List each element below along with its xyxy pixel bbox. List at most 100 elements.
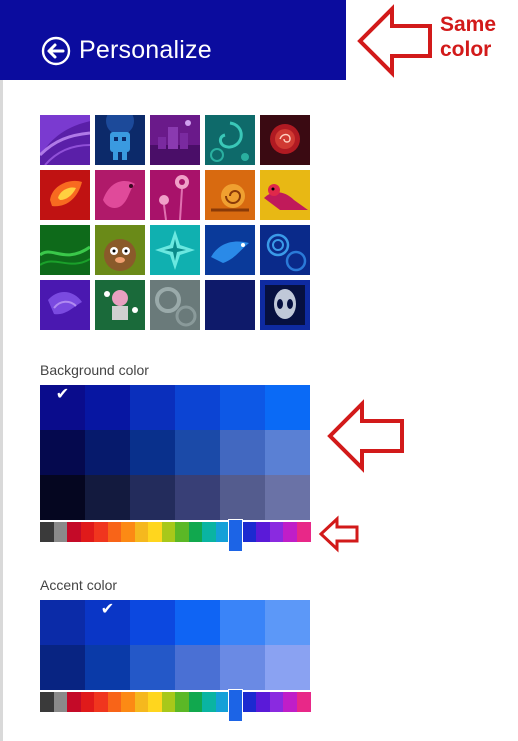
checkmark-icon: ✔ [100,599,115,618]
background-hue-option[interactable] [161,522,176,542]
accent-hue-option[interactable] [134,692,149,712]
background-color-swatch[interactable] [85,385,130,430]
background-color-swatch[interactable] [265,385,310,430]
accent-hue-option[interactable] [121,692,135,712]
accent-hue-option[interactable] [256,692,270,712]
background-hue-option[interactable] [94,522,108,542]
background-hue-option[interactable] [202,522,216,542]
tile-blue-robot[interactable] [95,115,145,165]
tile-purple-swirl[interactable] [40,115,90,165]
tile-violet-dragon[interactable] [40,280,90,330]
tile-blue-dragon[interactable] [205,225,255,275]
accent-hue-option[interactable] [148,692,162,712]
alien-icon [260,280,310,330]
accent-color-swatch[interactable] [175,645,220,690]
background-color-swatch[interactable] [40,475,85,520]
back-button[interactable] [41,36,71,66]
background-color-swatch[interactable]: ✔ [40,385,85,430]
background-hue-option[interactable] [121,522,135,542]
accent-hue-option[interactable] [175,692,189,712]
background-color-swatch[interactable] [40,430,85,475]
background-hue-option[interactable] [296,522,311,542]
background-color-swatch[interactable] [265,430,310,475]
background-hue-option[interactable] [53,522,68,542]
background-color-swatch[interactable] [265,475,310,520]
accent-color-swatch[interactable] [220,645,265,690]
accent-color-swatch[interactable] [265,600,310,645]
background-color-swatch[interactable] [175,475,220,520]
annotation-line-1: Same [440,13,497,36]
annotation-arrow-header-icon [357,4,432,78]
tile-pink-bird[interactable] [95,170,145,220]
tile-magenta-flowers[interactable] [150,170,200,220]
tile-cyan-star[interactable] [150,225,200,275]
background-hue-option[interactable] [215,522,230,542]
background-color-swatch[interactable] [220,430,265,475]
background-color-swatch[interactable] [220,385,265,430]
background-color-swatch[interactable] [130,430,175,475]
tile-olive-creature[interactable] [95,225,145,275]
accent-hue-option[interactable] [269,692,284,712]
background-color-swatch[interactable] [220,475,265,520]
background-color-swatch[interactable] [130,385,175,430]
star-icon [150,225,200,275]
tile-solid-navy[interactable] [205,280,255,330]
background-hue-option[interactable] [40,522,54,542]
accent-hue-option[interactable] [202,692,216,712]
accent-color-swatch[interactable] [130,645,175,690]
accent-hue-option[interactable] [215,692,230,712]
background-hue-option[interactable] [283,522,297,542]
accent-hue-option[interactable] [94,692,108,712]
background-hue-option[interactable] [80,522,95,542]
background-hue-option[interactable] [269,522,284,542]
background-color-swatch[interactable] [85,430,130,475]
background-hue-option[interactable] [134,522,149,542]
accent-hue-option[interactable] [67,692,81,712]
background-color-swatch[interactable] [85,475,130,520]
accent-color-swatch[interactable] [175,600,220,645]
accent-hue-option[interactable] [53,692,68,712]
tile-orange-snail[interactable] [205,170,255,220]
tile-navy-spirals[interactable] [260,225,310,275]
accent-hue-option[interactable] [296,692,311,712]
accent-color-swatch[interactable] [130,600,175,645]
background-hue-slider-thumb[interactable] [229,520,243,551]
background-hue-option[interactable] [148,522,162,542]
background-hue-option[interactable] [188,522,203,542]
accent-color-swatch[interactable] [85,645,130,690]
background-hue-option[interactable] [256,522,270,542]
background-color-swatch[interactable] [175,430,220,475]
background-color-swatch[interactable] [130,475,175,520]
tile-alien-logo[interactable] [260,280,310,330]
accent-color-swatch[interactable] [40,600,85,645]
accent-hue-option[interactable] [80,692,95,712]
tile-yellow-bird[interactable] [260,170,310,220]
tile-green-robot[interactable] [95,280,145,330]
tile-red-drop[interactable] [40,170,90,220]
green-robot-icon [95,280,145,330]
accent-hue-option[interactable] [107,692,122,712]
tile-green-waves[interactable] [40,225,90,275]
accent-hue-option[interactable] [40,692,54,712]
background-hue-option[interactable] [175,522,189,542]
accent-hue-option[interactable] [242,692,257,712]
accent-hue-slider-thumb[interactable] [229,690,243,721]
background-hue-option[interactable] [242,522,257,542]
accent-hue-option[interactable] [188,692,203,712]
tile-purple-castle[interactable] [150,115,200,165]
accent-hue-strip [40,690,311,721]
tile-red-rose[interactable] [260,115,310,165]
background-hue-option[interactable] [107,522,122,542]
paisley-icon [205,115,255,165]
accent-color-swatch[interactable] [40,645,85,690]
accent-hue-option[interactable] [161,692,176,712]
accent-color-swatch[interactable]: ✔ [85,600,130,645]
background-hue-option[interactable] [67,522,81,542]
accent-hue-option[interactable] [283,692,297,712]
accent-color-swatch[interactable] [265,645,310,690]
accent-color-swatch[interactable] [220,600,265,645]
tile-teal-paisley[interactable] [205,115,255,165]
tile-gray-gears[interactable] [150,280,200,330]
accent-color-grid: ✔ [40,600,310,690]
background-color-swatch[interactable] [175,385,220,430]
